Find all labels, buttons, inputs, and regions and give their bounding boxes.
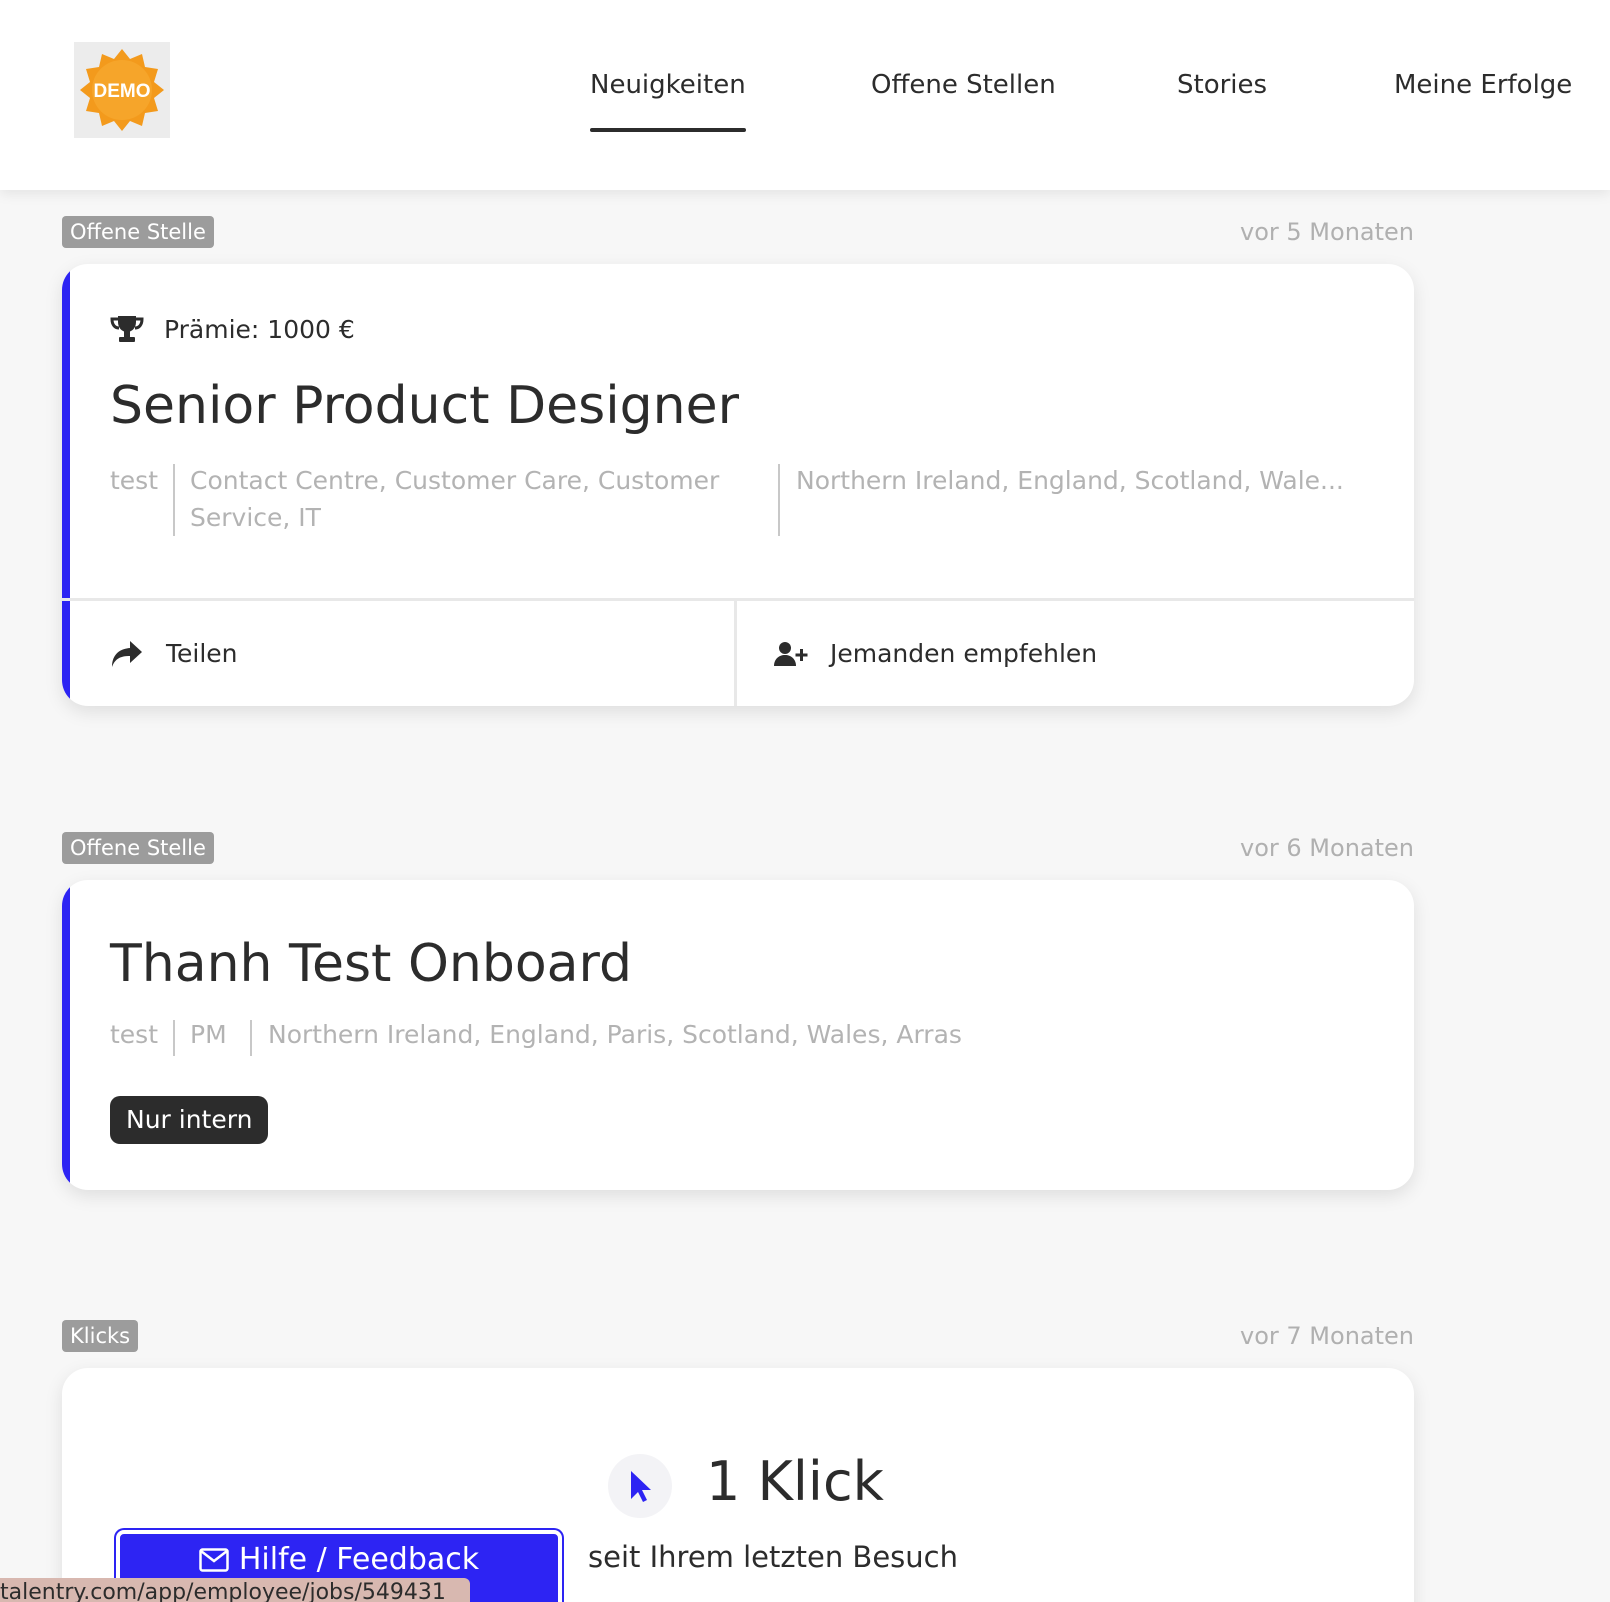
meta-divider (173, 464, 175, 536)
demo-badge-icon: DEMO (80, 49, 164, 131)
job-company: test (110, 1020, 159, 1049)
feed-item-timestamp: vor 5 Monaten (1240, 218, 1414, 246)
internal-only-badge: Nur intern (110, 1096, 269, 1144)
news-feed: Offene Stelle vor 5 Monaten Prämie: 1000… (0, 190, 1610, 1602)
job-categories: PM (190, 1020, 227, 1049)
nav-tab-label: Stories (1177, 70, 1268, 100)
nav-tab-offene-stellen[interactable]: Offene Stellen (871, 70, 1056, 132)
envelope-icon (199, 1548, 229, 1572)
bonus-label: Prämie: 1000 € (164, 314, 355, 344)
top-navigation-bar: DEMO Neuigkeiten Offene Stellen Stories … (0, 0, 1610, 190)
help-feedback-label: Hilfe / Feedback (238, 1542, 480, 1577)
feed-item-timestamp: vor 7 Monaten (1240, 1322, 1414, 1350)
user-plus-icon (774, 641, 808, 666)
feed-item-meta: Klicks vor 7 Monaten (62, 1320, 1414, 1352)
recommend-button[interactable]: Jemanden empfehlen (774, 601, 1097, 706)
nav-tab-label: Meine Erfolge (1394, 70, 1573, 100)
recommend-button-label: Jemanden empfehlen (830, 639, 1098, 668)
meta-divider (778, 464, 780, 536)
job-title[interactable]: Senior Product Designer (110, 376, 739, 436)
nav-tab-stories[interactable]: Stories (1177, 70, 1267, 132)
share-button[interactable]: Teilen (110, 601, 238, 706)
feed-item-meta: Offene Stelle vor 5 Monaten (62, 216, 1414, 248)
nav-tab-neuigkeiten[interactable]: Neuigkeiten (590, 70, 746, 132)
job-locations: Northern Ireland, England, Paris, Scotla… (268, 1020, 962, 1049)
feed-item-timestamp: vor 6 Monaten (1240, 834, 1414, 862)
cursor-icon-wrapper (608, 1454, 672, 1518)
clicks-count: 1 Klick (706, 1450, 884, 1513)
trophy-icon (110, 316, 144, 342)
feed-item-meta: Offene Stelle vor 6 Monaten (62, 832, 1414, 864)
share-arrow-icon (112, 640, 142, 667)
company-logo[interactable]: DEMO (74, 42, 170, 138)
bonus-info: Prämie: 1000 € (110, 314, 355, 344)
cursor-icon (631, 1471, 651, 1502)
job-card-actions: Teilen Jemanden empfehlen (62, 598, 1414, 706)
nav-tab-meine-erfolge[interactable]: Meine Erfolge (1394, 70, 1572, 132)
job-locations: Northern Ireland, England, Scotland, Wal… (796, 466, 1344, 495)
action-divider (734, 601, 737, 706)
link-preview-statusbar: talentry.com/app/employee/jobs/549431 (0, 1578, 470, 1602)
share-button-label: Teilen (166, 639, 238, 668)
feed-item-type-tag: Offene Stelle (62, 832, 214, 864)
job-card[interactable]: Thanh Test Onboard test PM Northern Irel… (62, 880, 1414, 1190)
logo-text: DEMO (94, 81, 151, 102)
feed-item-type-tag: Offene Stelle (62, 216, 214, 248)
job-company: test (110, 466, 159, 495)
feed-item-type-tag: Klicks (62, 1320, 139, 1352)
job-title[interactable]: Thanh Test Onboard (110, 934, 632, 994)
job-categories: Contact Centre, Customer Care, Customer … (190, 466, 720, 532)
job-card[interactable]: Prämie: 1000 € Senior Product Designer t… (62, 264, 1414, 706)
meta-divider (250, 1020, 252, 1056)
meta-divider (173, 1020, 175, 1056)
nav-tab-label: Offene Stellen (871, 70, 1056, 100)
nav-tab-label: Neuigkeiten (590, 70, 746, 100)
